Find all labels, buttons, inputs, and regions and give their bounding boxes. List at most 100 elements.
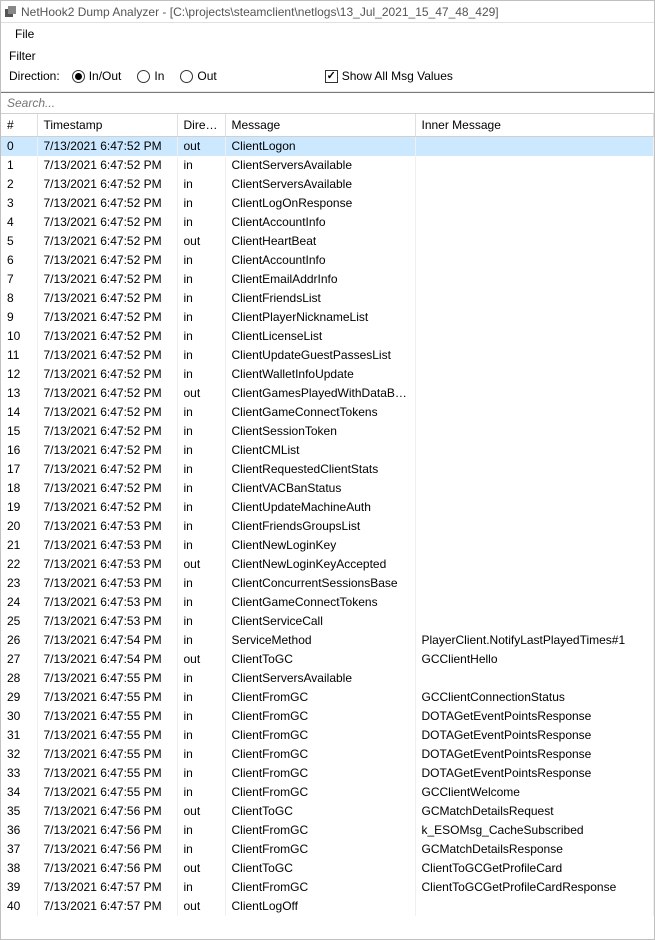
radio-out[interactable]: Out xyxy=(180,69,216,83)
radio-dot-icon xyxy=(72,70,85,83)
cell-direction: in xyxy=(177,365,225,384)
cell-direction: in xyxy=(177,479,225,498)
cell-timestamp: 7/13/2021 6:47:52 PM xyxy=(37,194,177,213)
table-row[interactable]: 177/13/2021 6:47:52 PMinClientRequestedC… xyxy=(1,460,654,479)
table-row[interactable]: 187/13/2021 6:47:52 PMinClientVACBanStat… xyxy=(1,479,654,498)
cell-num: 30 xyxy=(1,707,37,726)
table-row[interactable]: 337/13/2021 6:47:55 PMinClientFromGCDOTA… xyxy=(1,764,654,783)
table-row[interactable]: 37/13/2021 6:47:52 PMinClientLogOnRespon… xyxy=(1,194,654,213)
cell-direction: in xyxy=(177,612,225,631)
cell-direction: in xyxy=(177,251,225,270)
cell-direction: in xyxy=(177,460,225,479)
cell-inner xyxy=(415,612,654,631)
table-row[interactable]: 257/13/2021 6:47:53 PMinClientServiceCal… xyxy=(1,612,654,631)
cell-direction: in xyxy=(177,821,225,840)
cell-inner xyxy=(415,669,654,688)
table-row[interactable]: 157/13/2021 6:47:52 PMinClientSessionTok… xyxy=(1,422,654,441)
col-header-timestamp[interactable]: Timestamp xyxy=(37,114,177,137)
cell-num: 2 xyxy=(1,175,37,194)
table-row[interactable]: 377/13/2021 6:47:56 PMinClientFromGCGCMa… xyxy=(1,840,654,859)
table-row[interactable]: 167/13/2021 6:47:52 PMinClientCMList xyxy=(1,441,654,460)
message-table-wrap[interactable]: # Timestamp Direct... Message Inner Mess… xyxy=(1,114,654,934)
cell-timestamp: 7/13/2021 6:47:52 PM xyxy=(37,156,177,175)
table-row[interactable]: 47/13/2021 6:47:52 PMinClientAccountInfo xyxy=(1,213,654,232)
search-input[interactable] xyxy=(1,92,654,114)
cell-num: 4 xyxy=(1,213,37,232)
table-row[interactable]: 247/13/2021 6:47:53 PMinClientGameConnec… xyxy=(1,593,654,612)
cell-timestamp: 7/13/2021 6:47:52 PM xyxy=(37,213,177,232)
cell-message: ClientVACBanStatus xyxy=(225,479,415,498)
cell-message: ClientWalletInfoUpdate xyxy=(225,365,415,384)
show-all-checkbox[interactable]: Show All Msg Values xyxy=(325,69,453,83)
direction-radio-group: In/Out In Out xyxy=(72,69,217,83)
filter-section: Filter Direction: In/Out In Out Show All… xyxy=(1,45,654,92)
cell-timestamp: 7/13/2021 6:47:52 PM xyxy=(37,479,177,498)
table-row[interactable]: 77/13/2021 6:47:52 PMinClientEmailAddrIn… xyxy=(1,270,654,289)
message-table: # Timestamp Direct... Message Inner Mess… xyxy=(1,114,654,916)
radio-inout[interactable]: In/Out xyxy=(72,69,122,83)
table-row[interactable]: 327/13/2021 6:47:55 PMinClientFromGCDOTA… xyxy=(1,745,654,764)
table-row[interactable]: 357/13/2021 6:47:56 PMoutClientToGCGCMat… xyxy=(1,802,654,821)
table-row[interactable]: 307/13/2021 6:47:55 PMinClientFromGCDOTA… xyxy=(1,707,654,726)
cell-message: ClientToGC xyxy=(225,650,415,669)
table-row[interactable]: 07/13/2021 6:47:52 PMoutClientLogon xyxy=(1,137,654,156)
cell-timestamp: 7/13/2021 6:47:53 PM xyxy=(37,555,177,574)
table-row[interactable]: 127/13/2021 6:47:52 PMinClientWalletInfo… xyxy=(1,365,654,384)
table-row[interactable]: 227/13/2021 6:47:53 PMoutClientNewLoginK… xyxy=(1,555,654,574)
cell-message: ClientToGC xyxy=(225,802,415,821)
cell-message: ClientFromGC xyxy=(225,707,415,726)
table-row[interactable]: 147/13/2021 6:47:52 PMinClientGameConnec… xyxy=(1,403,654,422)
table-row[interactable]: 107/13/2021 6:47:52 PMinClientLicenseLis… xyxy=(1,327,654,346)
table-row[interactable]: 407/13/2021 6:47:57 PMoutClientLogOff xyxy=(1,897,654,916)
table-row[interactable]: 57/13/2021 6:47:52 PMoutClientHeartBeat xyxy=(1,232,654,251)
col-header-message[interactable]: Message xyxy=(225,114,415,137)
cell-num: 11 xyxy=(1,346,37,365)
radio-in-label: In xyxy=(154,69,164,83)
col-header-num[interactable]: # xyxy=(1,114,37,137)
cell-inner xyxy=(415,460,654,479)
table-row[interactable]: 137/13/2021 6:47:52 PMoutClientGamesPlay… xyxy=(1,384,654,403)
cell-direction: in xyxy=(177,156,225,175)
cell-message: ClientServiceCall xyxy=(225,612,415,631)
table-row[interactable]: 67/13/2021 6:47:52 PMinClientAccountInfo xyxy=(1,251,654,270)
table-row[interactable]: 277/13/2021 6:47:54 PMoutClientToGCGCCli… xyxy=(1,650,654,669)
cell-message: ClientFromGC xyxy=(225,726,415,745)
table-row[interactable]: 87/13/2021 6:47:52 PMinClientFriendsList xyxy=(1,289,654,308)
table-row[interactable]: 237/13/2021 6:47:53 PMinClientConcurrent… xyxy=(1,574,654,593)
cell-inner xyxy=(415,251,654,270)
cell-direction: in xyxy=(177,213,225,232)
cell-direction: in xyxy=(177,346,225,365)
cell-inner xyxy=(415,289,654,308)
cell-direction: in xyxy=(177,840,225,859)
cell-timestamp: 7/13/2021 6:47:52 PM xyxy=(37,232,177,251)
cell-message: ClientHeartBeat xyxy=(225,232,415,251)
col-header-inner[interactable]: Inner Message xyxy=(415,114,654,137)
table-row[interactable]: 17/13/2021 6:47:52 PMinClientServersAvai… xyxy=(1,156,654,175)
table-row[interactable]: 347/13/2021 6:47:55 PMinClientFromGCGCCl… xyxy=(1,783,654,802)
col-header-direction[interactable]: Direct... xyxy=(177,114,225,137)
table-row[interactable]: 267/13/2021 6:47:54 PMinServiceMethodPla… xyxy=(1,631,654,650)
cell-num: 5 xyxy=(1,232,37,251)
cell-inner xyxy=(415,403,654,422)
table-row[interactable]: 387/13/2021 6:47:56 PMoutClientToGCClien… xyxy=(1,859,654,878)
table-row[interactable]: 367/13/2021 6:47:56 PMinClientFromGCk_ES… xyxy=(1,821,654,840)
table-row[interactable]: 27/13/2021 6:47:52 PMinClientServersAvai… xyxy=(1,175,654,194)
cell-inner xyxy=(415,593,654,612)
cell-num: 19 xyxy=(1,498,37,517)
table-row[interactable]: 317/13/2021 6:47:55 PMinClientFromGCDOTA… xyxy=(1,726,654,745)
menu-file[interactable]: File xyxy=(9,25,40,43)
table-row[interactable]: 207/13/2021 6:47:53 PMinClientFriendsGro… xyxy=(1,517,654,536)
table-row[interactable]: 287/13/2021 6:47:55 PMinClientServersAva… xyxy=(1,669,654,688)
cell-inner: ClientToGCGetProfileCard xyxy=(415,859,654,878)
table-row[interactable]: 397/13/2021 6:47:57 PMinClientFromGCClie… xyxy=(1,878,654,897)
cell-num: 26 xyxy=(1,631,37,650)
table-row[interactable]: 117/13/2021 6:47:52 PMinClientUpdateGues… xyxy=(1,346,654,365)
table-row[interactable]: 217/13/2021 6:47:53 PMinClientNewLoginKe… xyxy=(1,536,654,555)
cell-direction: in xyxy=(177,574,225,593)
cell-timestamp: 7/13/2021 6:47:52 PM xyxy=(37,346,177,365)
table-row[interactable]: 197/13/2021 6:47:52 PMinClientUpdateMach… xyxy=(1,498,654,517)
table-row[interactable]: 97/13/2021 6:47:52 PMinClientPlayerNickn… xyxy=(1,308,654,327)
radio-in[interactable]: In xyxy=(137,69,164,83)
cell-timestamp: 7/13/2021 6:47:55 PM xyxy=(37,764,177,783)
table-row[interactable]: 297/13/2021 6:47:55 PMinClientFromGCGCCl… xyxy=(1,688,654,707)
